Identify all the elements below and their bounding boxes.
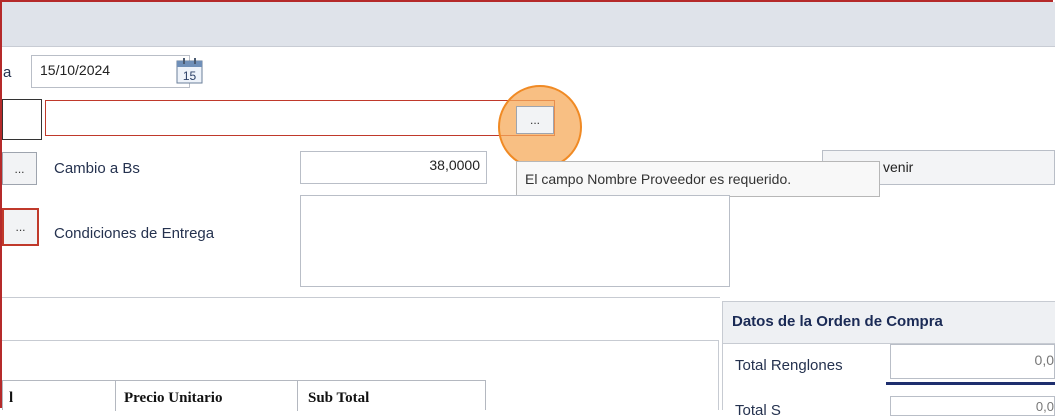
items-table-header: l Precio Unitario Sub Total xyxy=(2,380,486,411)
calendar-day: 15 xyxy=(183,69,197,83)
total-second-value: 0,0 xyxy=(1035,399,1054,414)
delivery-conditions-field[interactable] xyxy=(300,195,730,287)
ellipsis-icon: ... xyxy=(529,113,540,127)
window-titlebar xyxy=(2,2,1055,47)
validation-tooltip: El campo Nombre Proveedor es requerido. xyxy=(516,161,880,197)
delivery-lookup-button[interactable]: ... xyxy=(2,208,39,246)
column-header-label: l xyxy=(9,390,14,406)
ellipsis-icon: ... xyxy=(14,161,25,176)
section-divider xyxy=(2,297,720,298)
tooltip-text: El campo Nombre Proveedor es requerido. xyxy=(525,171,792,187)
total-lines-value: 0,0 xyxy=(1034,352,1054,368)
total-lines-label: Total Renglones xyxy=(735,357,843,374)
exchange-rate-value: 38,0000 xyxy=(429,157,480,173)
total-lines-underline xyxy=(886,382,1055,385)
column-header-subtotal[interactable]: Sub Total xyxy=(297,381,485,411)
exchange-label: Cambio a Bs xyxy=(54,160,140,177)
exchange-rate-field[interactable]: 38,0000 xyxy=(300,151,487,184)
provider-search-button[interactable]: ... xyxy=(516,106,554,134)
provider-code-field[interactable] xyxy=(2,99,42,140)
delivery-label: Condiciones de Entrega xyxy=(54,225,215,242)
convenir-label: venir xyxy=(883,159,914,175)
grid-top-border xyxy=(2,340,718,341)
order-panel-title-text: Datos de la Orden de Compra xyxy=(732,313,943,330)
date-label: a xyxy=(3,64,12,81)
ellipsis-icon: ... xyxy=(15,220,26,234)
order-panel-title: Datos de la Orden de Compra xyxy=(722,301,1055,344)
column-header-unit-price[interactable]: Precio Unitario xyxy=(115,381,297,411)
calendar-icon[interactable]: 15 xyxy=(176,58,203,84)
total-second-label: Total S xyxy=(735,402,781,419)
date-value: 15/10/2024 xyxy=(40,62,111,78)
column-header[interactable]: l xyxy=(3,381,115,411)
order-panel-left-border xyxy=(722,344,723,410)
total-lines-field[interactable]: 0,0 xyxy=(890,344,1055,379)
provider-name-field[interactable] xyxy=(45,100,555,136)
total-second-field[interactable]: 0,0 xyxy=(890,396,1055,416)
grid-right-border xyxy=(718,340,719,410)
date-field[interactable]: 15/10/2024 xyxy=(31,55,190,88)
column-header-label: Precio Unitario xyxy=(124,390,223,406)
column-header-label: Sub Total xyxy=(308,390,370,406)
exchange-lookup-button[interactable]: ... xyxy=(2,152,37,185)
